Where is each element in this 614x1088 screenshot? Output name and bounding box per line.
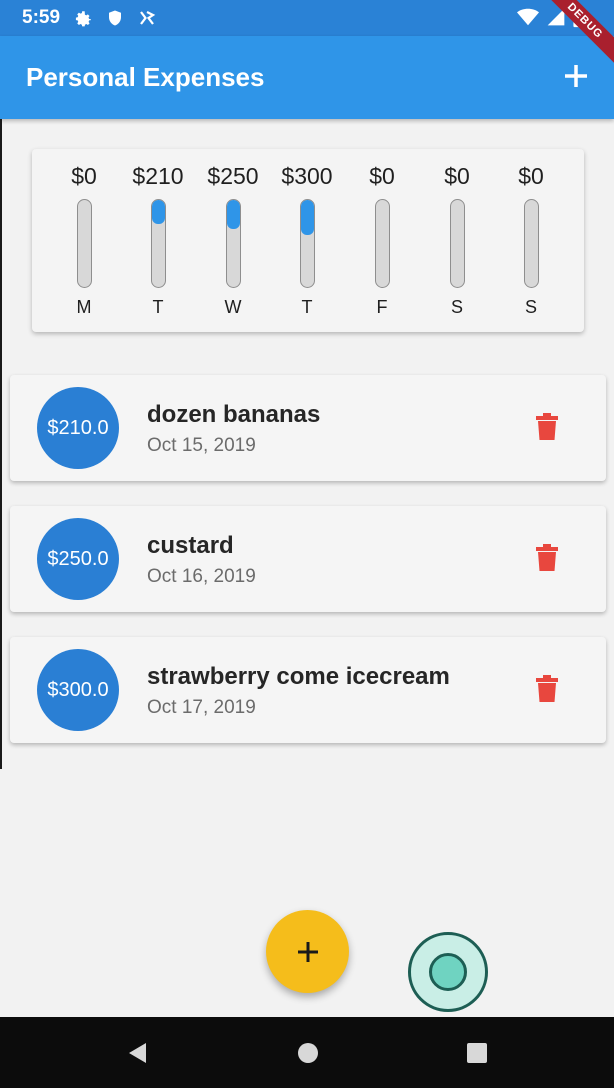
bar-track — [77, 199, 92, 288]
chart-bar-wednesday: $250 W — [203, 163, 263, 323]
recents-icon — [467, 1043, 487, 1063]
chart-bar-thursday: $300 T — [277, 163, 337, 323]
app-screen: 5:59 DEBUG Personal Expenses $0 M $210 T… — [0, 0, 614, 1088]
navigation-bar — [0, 1017, 614, 1088]
bar-track — [450, 199, 465, 288]
bar-fill — [152, 200, 165, 225]
left-edge-divider — [0, 119, 2, 769]
back-button[interactable] — [122, 1037, 154, 1069]
bar-day-label: S — [450, 297, 463, 317]
amount-avatar: $250.0 — [37, 518, 119, 600]
delete-button[interactable] — [530, 672, 564, 706]
transaction-title: strawberry come icecream — [147, 663, 450, 690]
add-expense-fab[interactable] — [266, 910, 349, 993]
bar-day-label: W — [224, 297, 242, 317]
bar-day-label: F — [376, 297, 388, 317]
bar-track — [151, 199, 166, 288]
delete-button[interactable] — [530, 410, 564, 444]
transaction-title: custard — [147, 532, 234, 559]
app-bar: Personal Expenses — [0, 36, 614, 119]
sim-icon — [136, 7, 158, 29]
transaction-date: Oct 15, 2019 — [147, 435, 256, 456]
transaction-date: Oct 16, 2019 — [147, 566, 256, 587]
bar-day-label: M — [76, 297, 92, 317]
amount-avatar: $300.0 — [37, 649, 119, 731]
recents-button[interactable] — [461, 1037, 493, 1069]
shield-icon — [104, 7, 126, 29]
bar-track — [226, 199, 241, 288]
home-button[interactable] — [292, 1037, 324, 1069]
bar-day-label: T — [152, 297, 164, 317]
transaction-title: dozen bananas — [147, 401, 321, 428]
bar-day-label: T — [301, 297, 313, 317]
bar-amount: $0 — [518, 163, 544, 189]
page-title: Personal Expenses — [26, 62, 265, 92]
transaction-item: $250.0 custard Oct 16, 2019 — [10, 506, 606, 612]
add-transaction-button[interactable] — [558, 58, 594, 94]
bar-track — [300, 199, 315, 288]
bar-fill — [227, 200, 240, 229]
chart-bar-friday: $0 F — [352, 163, 412, 323]
bar-track — [375, 199, 390, 288]
chart-bar-monday: $0 M — [54, 163, 114, 323]
delete-button[interactable] — [530, 541, 564, 575]
chart-bar-tuesday: $210 T — [128, 163, 188, 323]
plus-icon — [297, 941, 318, 962]
back-icon — [129, 1043, 146, 1063]
transaction-item: $300.0 strawberry come icecream Oct 17, … — [10, 637, 606, 743]
trash-icon — [536, 544, 558, 571]
home-icon — [298, 1043, 318, 1063]
wifi-icon — [516, 6, 540, 33]
chart-bar-sunday: $0 S — [501, 163, 561, 323]
status-time: 5:59 — [22, 7, 61, 28]
gear-icon — [72, 7, 94, 29]
trash-icon — [536, 675, 558, 702]
assistive-touch-button[interactable] — [408, 932, 488, 1012]
weekly-chart: $0 M $210 T $250 W $300 T $0 F $0 S $0 S — [32, 149, 584, 332]
bar-day-label: S — [524, 297, 537, 317]
amount-avatar: $210.0 — [37, 387, 119, 469]
trash-icon — [536, 413, 558, 440]
bar-track — [524, 199, 539, 288]
plus-icon — [565, 65, 587, 87]
status-bar: 5:59 DEBUG — [0, 0, 614, 67]
transaction-date: Oct 17, 2019 — [147, 697, 256, 718]
assistive-dot-icon — [429, 953, 467, 991]
bar-fill — [301, 200, 314, 235]
chart-bar-saturday: $0 S — [427, 163, 487, 323]
transaction-item: $210.0 dozen bananas Oct 15, 2019 — [10, 375, 606, 481]
